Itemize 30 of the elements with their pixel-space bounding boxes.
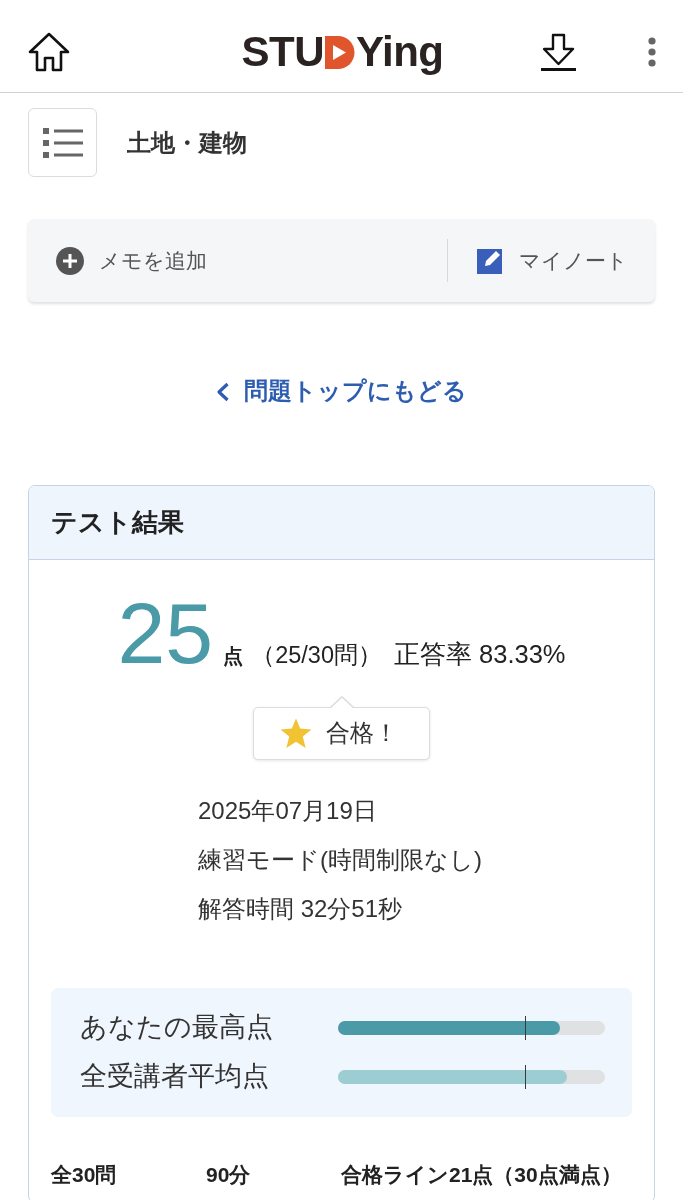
detail-text: 練習モード(時間制限なし) xyxy=(198,844,482,875)
score-value: 25 xyxy=(117,590,214,677)
list-button[interactable] xyxy=(28,108,97,177)
plus-circle-icon xyxy=(56,246,84,275)
list-icon xyxy=(42,125,83,160)
summary-text: 合格ライン21点（30点満点） xyxy=(341,1161,622,1188)
topic-title: 土地・建物 xyxy=(127,127,247,158)
my-note-button[interactable]: マイノート xyxy=(448,244,655,277)
more-options-icon[interactable] xyxy=(647,37,657,67)
play-icon xyxy=(325,35,356,69)
comparison-label: 全受講者平均点 xyxy=(80,1059,270,1093)
chevron-left-icon xyxy=(216,381,230,402)
card-title: テスト結果 xyxy=(51,506,184,540)
logo-text: Ying xyxy=(356,31,444,73)
summary-text: 全30問 xyxy=(51,1161,118,1188)
question-count: （25/30問） xyxy=(251,641,382,671)
star-icon xyxy=(280,717,312,749)
summary-text: 90分 xyxy=(206,1161,252,1188)
logo-text: STU xyxy=(241,31,325,73)
score-unit: 点 xyxy=(223,644,244,670)
pass-label: 合格！ xyxy=(326,718,398,749)
correct-rate: 正答率 83.33% xyxy=(393,639,566,671)
add-memo-button[interactable]: メモを追加 xyxy=(28,244,447,277)
comparison-label: あなたの最高点 xyxy=(80,1010,274,1044)
home-icon[interactable] xyxy=(28,32,70,72)
download-icon[interactable] xyxy=(540,33,577,71)
detail-text: 2025年07月19日 xyxy=(198,795,377,826)
note-edit-icon xyxy=(477,247,504,274)
back-link[interactable]: 問題トップにもどる xyxy=(216,374,467,410)
detail-text: 解答時間 32分51秒 xyxy=(198,893,403,924)
